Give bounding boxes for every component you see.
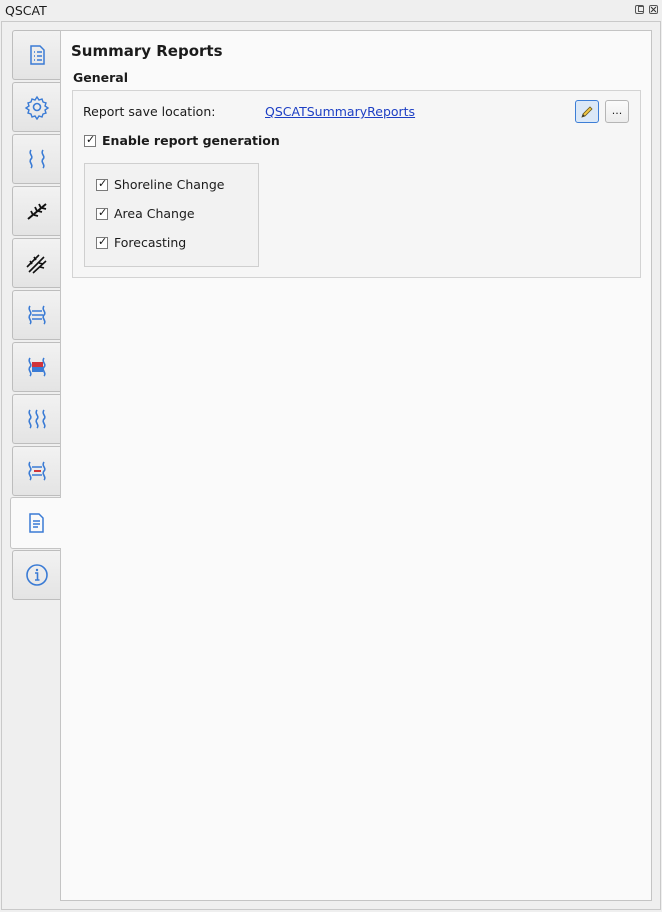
tab-shoreline-change[interactable] [12,290,60,340]
tab-visualization[interactable] [12,446,60,496]
group-title-general: General [73,70,128,85]
gear-icon [24,95,49,120]
page-title: Summary Reports [71,42,223,60]
shoreline-change-icon [27,305,46,325]
visualization-icon [27,461,46,481]
report-location-link[interactable]: QSCATSummaryReports [265,104,415,119]
tab-transects[interactable] [12,186,60,236]
transects-icon [26,203,47,220]
browse-button[interactable]: ... [605,100,629,123]
area-change-checkbox[interactable] [96,206,108,220]
pencil-icon [581,105,593,118]
tab-settings[interactable] [12,82,60,132]
window-title: QSCAT [5,3,47,18]
tab-intersections[interactable] [12,238,60,288]
list-document-icon [29,45,45,65]
area-change-label: Area Change [114,206,195,221]
close-icon[interactable] [649,5,658,14]
edit-location-button[interactable] [575,100,599,123]
tab-summary-reports[interactable] [10,497,61,549]
float-icon[interactable] [635,5,644,14]
report-document-icon [29,513,44,533]
shoreline-change-checkbox[interactable] [96,177,108,191]
report-location-label: Report save location: [83,104,216,119]
tab-area-change[interactable] [12,342,60,392]
tab-forecasting[interactable] [12,394,60,444]
forecasting-checkbox[interactable] [96,235,108,249]
forecasting-label: Forecasting [114,235,187,250]
window-titlebar: QSCAT [0,0,662,22]
tab-shorelines[interactable] [12,134,60,184]
enable-report-checkbox[interactable] [84,133,96,147]
tab-project-settings[interactable] [12,30,60,80]
multi-transects-icon [25,254,47,274]
forecasting-icon [27,409,46,429]
area-change-icon [27,357,46,377]
shoreline-change-label: Shoreline Change [114,177,225,192]
enable-report-label: Enable report generation [102,133,280,148]
shoreline-lines-icon [28,149,45,169]
info-icon [25,564,48,586]
tab-about[interactable] [12,550,60,600]
